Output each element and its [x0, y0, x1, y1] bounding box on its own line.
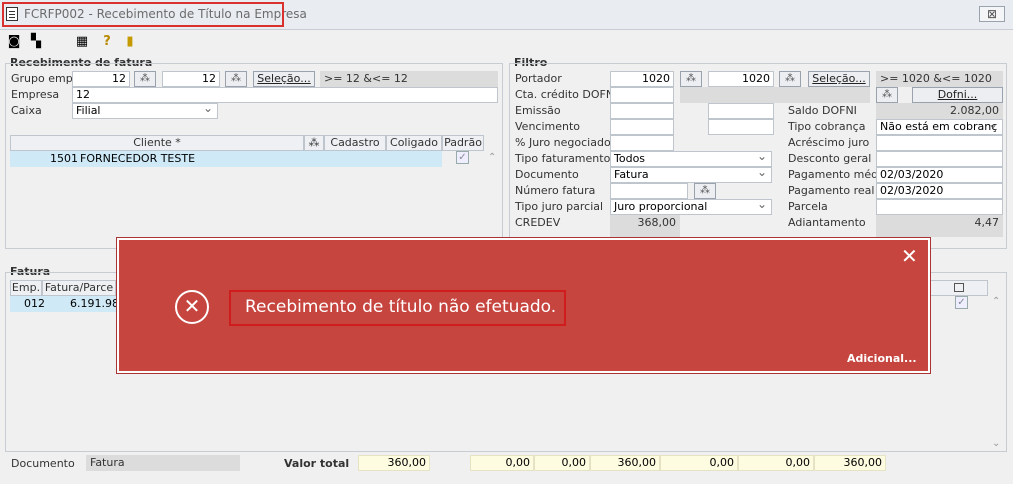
- fatura-number-cell: 6.191.98: [70, 297, 119, 310]
- vencimento-from-input[interactable]: [610, 119, 674, 135]
- tipo-cobranca-label: Tipo cobrança: [788, 120, 866, 133]
- total-value: 0,00: [534, 455, 590, 471]
- numero-fatura-input[interactable]: [610, 183, 688, 199]
- caixa-select[interactable]: Filial: [72, 101, 218, 119]
- pag-medio-label: Pagamento médio: [788, 168, 888, 181]
- cliente-header[interactable]: Cliente *: [10, 135, 304, 151]
- juro-input[interactable]: [610, 135, 674, 151]
- total-value: 0,00: [470, 455, 534, 471]
- pag-medio-input[interactable]: 02/03/2020: [876, 167, 1003, 183]
- parcela-label: Parcela: [788, 200, 828, 213]
- portador-to-input[interactable]: 1020: [708, 71, 774, 87]
- tipo-faturamento-select[interactable]: Todos: [610, 149, 772, 167]
- fatura-row-checkbox[interactable]: ✓: [955, 296, 968, 309]
- portador-range-display: >= 1020 &<= 1020: [876, 71, 1003, 87]
- total-value: 360,00: [358, 455, 430, 471]
- portador-selecao-button[interactable]: Seleção...: [808, 71, 870, 87]
- total-value: 0,00: [660, 455, 738, 471]
- emissao-from-input[interactable]: [610, 103, 674, 119]
- valor-total-label: Valor total: [284, 457, 350, 470]
- grupo-range-display: >= 12 &<= 12: [320, 71, 498, 87]
- portador-from-input[interactable]: 1020: [610, 71, 674, 87]
- numero-fatura-lookup-button[interactable]: ⁂: [694, 183, 716, 199]
- grupo-from-lookup-button[interactable]: ⁂: [134, 71, 156, 87]
- total-value: 0,00: [738, 455, 814, 471]
- caixa-label: Caixa: [11, 104, 42, 117]
- scroll-down-icon[interactable]: ⌄: [992, 438, 1000, 449]
- grupo-label: Grupo emp.: [11, 72, 77, 85]
- grupo-to-lookup-button[interactable]: ⁂: [225, 71, 247, 87]
- cliente-code: 1501: [50, 152, 78, 165]
- vencimento-label: Vencimento: [515, 120, 581, 133]
- cliente-lookup-header[interactable]: ⁂: [304, 135, 324, 151]
- documento-select[interactable]: Fatura: [610, 165, 772, 183]
- documento-label: Documento: [515, 168, 579, 181]
- cta-input[interactable]: [610, 87, 674, 103]
- footer-documento-label: Documento: [11, 457, 75, 470]
- footer-documento-value: Fatura: [86, 455, 240, 471]
- desconto-input[interactable]: [876, 151, 1003, 167]
- tipo-juro-label: Tipo juro parcial: [515, 200, 604, 213]
- parcela-input[interactable]: [876, 199, 1003, 215]
- coligado-header[interactable]: Coligado: [386, 135, 442, 151]
- credev-value: 368,00: [610, 215, 680, 231]
- total-value: 360,00: [590, 455, 660, 471]
- tipo-cobranca-select[interactable]: Não está em cobranç: [876, 117, 1003, 135]
- acrescimo-label: Acréscimo juro: [788, 136, 870, 149]
- juro-label: % Juro negociado: [515, 136, 611, 149]
- desconto-label: Desconto geral: [788, 152, 872, 165]
- copy-icon[interactable]: ▚: [28, 34, 44, 50]
- title-highlight: [2, 2, 284, 27]
- error-icon: ✕: [175, 290, 209, 324]
- fatura-emp-cell: 012: [24, 297, 45, 310]
- vencimento-to-input[interactable]: [708, 119, 774, 135]
- scroll-up-icon[interactable]: ⌃: [488, 152, 496, 163]
- adiantamento-value: 4,47: [876, 215, 1003, 231]
- total-value: 360,00: [814, 455, 886, 471]
- close-window-button[interactable]: ⊠: [979, 6, 1005, 22]
- error-message: Recebimento de título não efetuado.: [245, 297, 557, 317]
- cliente-name: FORNECEDOR TESTE: [80, 152, 196, 165]
- scroll-up-icon[interactable]: ⌃: [992, 296, 1000, 307]
- padrao-header[interactable]: Padrão: [442, 135, 484, 151]
- portador-to-lookup-button[interactable]: ⁂: [779, 71, 801, 87]
- grupo-selecao-button[interactable]: Seleção...: [253, 71, 315, 87]
- dialog-close-button[interactable]: ✕: [901, 244, 918, 268]
- emissao-to-input[interactable]: [708, 103, 774, 119]
- fatura-header[interactable]: Fatura/Parce: [42, 280, 116, 296]
- portador-from-lookup-button[interactable]: ⁂: [680, 71, 702, 87]
- credev-label: CREDEV: [515, 216, 561, 229]
- exit-icon[interactable]: ◙: [6, 34, 22, 50]
- empresa-label: Empresa: [11, 88, 60, 101]
- help-icon[interactable]: ?: [99, 34, 115, 50]
- adiantamento-label: Adiantamento: [788, 216, 866, 229]
- select-all-header[interactable]: [930, 280, 988, 296]
- emissao-label: Emissão: [515, 104, 561, 117]
- tipo-juro-select[interactable]: Juro proporcional: [610, 197, 772, 215]
- dofni-lookup-button[interactable]: ⁂: [876, 87, 898, 103]
- door-icon[interactable]: ▮: [122, 34, 138, 50]
- numero-fatura-label: Número fatura: [515, 184, 596, 197]
- empresa-input[interactable]: 12: [72, 87, 498, 103]
- calculator-icon[interactable]: ▦: [74, 34, 90, 50]
- adicional-link[interactable]: Adicional...: [847, 352, 917, 365]
- cta-display: [680, 87, 870, 103]
- cadastro-header[interactable]: Cadastro: [324, 135, 386, 151]
- tipo-faturamento-label: Tipo faturamento: [515, 152, 611, 165]
- emp-header[interactable]: Emp.: [10, 280, 42, 296]
- saldo-label: Saldo DOFNI: [788, 104, 857, 117]
- saldo-value: 2.082,00: [876, 103, 1003, 119]
- grupo-to-input[interactable]: 12: [162, 71, 220, 87]
- portador-label: Portador: [515, 72, 562, 85]
- cta-label: Cta. crédito DOFNI: [515, 88, 618, 101]
- pag-real-label: Pagamento real: [788, 184, 875, 197]
- dofni-button[interactable]: Dofni...: [912, 87, 1003, 103]
- padrao-checkbox[interactable]: ✓: [456, 151, 469, 164]
- pag-real-input[interactable]: 02/03/2020: [876, 183, 1003, 199]
- acrescimo-input[interactable]: [876, 135, 1003, 151]
- grupo-from-input[interactable]: 12: [72, 71, 130, 87]
